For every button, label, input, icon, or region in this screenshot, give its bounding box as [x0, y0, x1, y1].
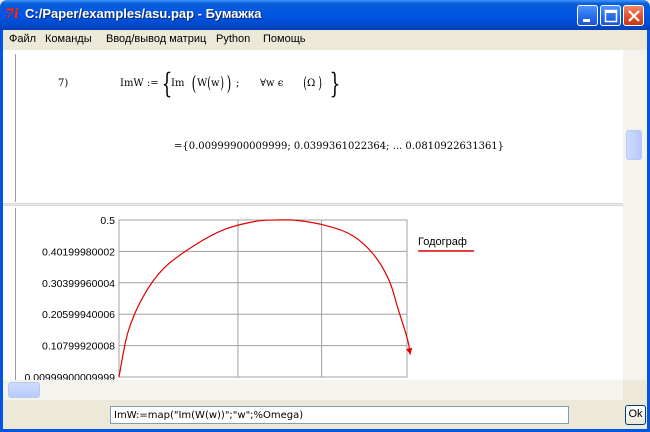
- y-tick-label: 0.20599940006: [42, 309, 115, 321]
- formula-omega-paren-close: ): [318, 73, 322, 92]
- formula-separator: ;: [236, 78, 240, 89]
- menu-help[interactable]: Помощь: [263, 33, 306, 45]
- y-tick-label: 0.40199980002: [42, 246, 115, 258]
- chart-ticks: 0.009999000099990.107999200080.205999400…: [24, 215, 443, 380]
- app-icon[interactable]: 7i: [5, 7, 21, 23]
- command-bar: Ok: [3, 400, 647, 429]
- close-button[interactable]: [623, 5, 644, 26]
- ok-button[interactable]: Ok: [625, 405, 646, 425]
- menu-commands[interactable]: Команды: [45, 33, 92, 45]
- document-area[interactable]: 7) ImW := { Im ( W ( w ) ) ; ∀w ϵ ( Ω ) …: [3, 50, 623, 380]
- formula-brace-close: }: [329, 67, 341, 100]
- formula-result: ={0.00999900009999; 0.0399361022364; ...…: [174, 141, 505, 152]
- formula-omega: Ω: [307, 78, 316, 89]
- command-input[interactable]: [110, 406, 569, 424]
- maximize-button[interactable]: [600, 5, 621, 26]
- minimize-icon: [583, 19, 590, 22]
- y-tick-label: 0.5: [100, 215, 115, 227]
- formula-pane[interactable]: 7) ImW := { Im ( W ( w ) ) ; ∀w ϵ ( Ω ) …: [15, 54, 618, 202]
- horizontal-scroll-thumb[interactable]: [8, 382, 40, 398]
- y-tick-label: 0.10799920008: [42, 341, 115, 353]
- formula-w-arg: w: [211, 78, 220, 89]
- formula-paren-open: (: [191, 71, 197, 95]
- vertical-scroll-thumb[interactable]: [626, 130, 642, 160]
- legend-label: Годограф: [418, 236, 467, 248]
- hodograph-chart: 0.009999000099990.107999200080.205999400…: [24, 215, 474, 380]
- formula-inner-paren-close: ): [220, 73, 224, 92]
- horizontal-scrollbar[interactable]: [3, 380, 623, 400]
- menu-python[interactable]: Python: [216, 33, 250, 45]
- chart-pane[interactable]: 0.00999900009999 0.10799920008 0.205999400…: [15, 208, 618, 380]
- vertical-scrollbar[interactable]: [623, 50, 647, 380]
- step-number: 7): [58, 78, 69, 89]
- y-tick-label: 0.30399960004: [42, 278, 115, 290]
- title-bar[interactable]: 7i C:/Paper/examples/asu.pap - Бумажка: [0, 0, 650, 30]
- close-icon: [628, 10, 640, 22]
- maximize-icon: [604, 9, 618, 23]
- hodograph-curve: [118, 219, 411, 378]
- menu-bar: Файл Команды Ввод/вывод матриц Python По…: [0, 30, 650, 50]
- minimize-button[interactable]: [577, 5, 598, 26]
- pane-separator: [3, 203, 623, 206]
- formula-im: Im: [171, 78, 185, 89]
- menu-file[interactable]: Файл: [9, 33, 36, 45]
- formula-w-func: W: [197, 78, 208, 89]
- formula-lhs: ImW :=: [120, 78, 159, 89]
- menu-matrix-io[interactable]: Ввод/вывод матриц: [106, 33, 206, 45]
- formula-paren-close: ): [226, 71, 232, 95]
- formula-forall: ∀w ϵ: [260, 78, 284, 89]
- window-title: C:/Paper/examples/asu.pap - Бумажка: [25, 6, 262, 21]
